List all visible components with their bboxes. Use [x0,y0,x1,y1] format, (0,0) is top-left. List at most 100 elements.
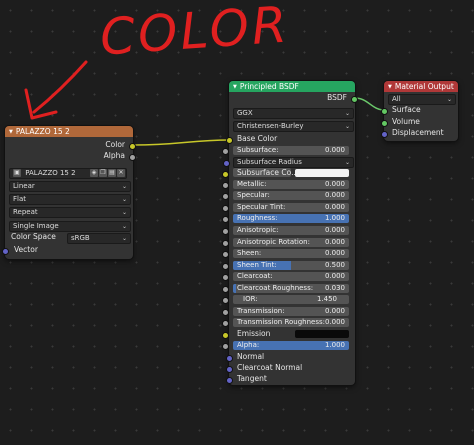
specular-field[interactable]: Specular: 0.000 [222,191,349,200]
subsurface-color-socket[interactable] [222,171,229,178]
alpha-socket[interactable] [222,343,229,350]
source-dropdown[interactable]: Single Image ⌄ [9,221,131,232]
sheen-socket[interactable] [222,251,229,258]
sheen-field[interactable]: Sheen: 0.000 [222,249,349,258]
image-selector[interactable]: ▣ PALAZZO 15 2 ◈ ❐ ▤ ✕ [9,168,127,179]
transmission-socket[interactable] [222,309,229,316]
metallic-field[interactable]: Metallic: 0.000 [222,180,349,189]
subsurface-color-swatch[interactable] [295,169,349,177]
transmission-field[interactable]: Transmission: 0.000 [222,307,349,316]
principled-bsdf-node[interactable]: ▼ Principled BSDF BSDF GGX ⌄ Christensen-B… [222,81,358,385]
subsurface-radius-socket[interactable] [223,160,230,167]
image-name: PALAZZO 15 2 [25,169,76,177]
vector-input-socket[interactable] [2,248,9,255]
displacement-socket[interactable] [381,131,388,138]
target-dropdown[interactable]: All ⌄ [388,94,456,105]
emission-row: Emission [222,329,353,340]
emission-socket[interactable] [222,332,229,339]
chevron-down-icon: ⌄ [344,110,350,117]
emission-label: Emission [237,329,271,338]
transmission-roughness-socket[interactable] [222,320,229,327]
normal-socket[interactable] [226,355,233,362]
collapse-triangle-icon[interactable]: ▼ [9,129,13,135]
alpha-output-socket[interactable] [129,153,136,161]
alpha-field[interactable]: Alpha: 1.000 [222,341,349,350]
bsdf-output-socket[interactable] [351,96,358,103]
fake-user-shield-icon[interactable]: ◈ [90,169,98,177]
link-bsdf-surface [354,97,385,111]
chevron-down-icon: ⌄ [344,123,350,130]
base-color-input-socket[interactable] [226,137,233,144]
principled-title: Principled BSDF [239,82,299,91]
extension-dropdown[interactable]: Repeat ⌄ [9,207,131,218]
metallic-socket[interactable] [222,182,229,189]
subsurface-color-label: Subsurface Co.. [233,168,296,177]
anisotropic-field[interactable]: Anisotropic: 0.000 [222,226,349,235]
transmission-roughness-field[interactable]: Transmission Roughness: 0.000 [222,318,349,327]
clearcoat-roughness-socket[interactable] [222,286,229,293]
clearcoat-field[interactable]: Clearcoat: 0.000 [222,272,349,281]
specular-socket[interactable] [222,193,229,200]
chevron-down-icon: ⌄ [121,209,127,216]
annotation-arrow [32,60,88,114]
displacement-input: Displacement [381,128,444,139]
chevron-down-icon: ⌄ [121,235,127,242]
collapse-triangle-icon[interactable]: ▼ [233,84,237,90]
subsurface-radius-dropdown[interactable]: Subsurface Radius ⌄ [223,157,354,168]
vector-input: Vector [2,245,38,256]
sheen-tint-field[interactable]: Sheen Tint: 0.500 [222,261,349,270]
image-browse-icon[interactable]: ▣ [13,169,21,177]
base-color-row: Base Color [226,134,277,145]
clearcoat-roughness-fill [233,284,237,293]
specular-tint-field[interactable]: Specular Tint: 0.000 [222,203,349,212]
clearcoat-roughness-field[interactable]: Clearcoat Roughness: 0.030 [222,284,349,293]
image-texture-title: PALAZZO 15 2 [15,127,70,136]
material-output-header[interactable]: ▼ Material Output [384,81,458,92]
output-bsdf: BSDF [229,93,358,104]
output-alpha: Alpha [5,151,136,162]
volume-socket[interactable] [381,120,388,127]
specular-tint-socket[interactable] [222,205,229,212]
volume-input: Volume [381,117,420,128]
annotation-arrowhead [24,88,58,120]
collapse-triangle-icon[interactable]: ▼ [388,84,392,90]
material-output-node[interactable]: ▼ Material Output All ⌄ Surface Volume Dis… [381,81,458,141]
color-output-socket[interactable] [129,143,136,150]
link-color-base [132,139,231,146]
emission-color-swatch[interactable] [295,330,349,338]
ior-field[interactable]: IOR: 1.450 [222,295,349,304]
roughness-field[interactable]: Roughness: 1.000 [222,214,349,223]
chevron-down-icon: ⌄ [344,159,350,166]
projection-dropdown[interactable]: Flat ⌄ [9,194,131,205]
tangent-input: Tangent [226,374,267,385]
surface-input: Surface [381,105,421,116]
image-texture-header[interactable]: ▼ PALAZZO 15 2 [5,126,133,137]
material-output-title: Material Output [394,82,454,91]
normal-input: Normal [226,352,264,363]
subsurface-method-dropdown[interactable]: Christensen-Burley ⌄ [233,121,354,132]
color-space-dropdown[interactable]: sRGB ⌄ [67,233,131,244]
color-space-label: Color Space [11,232,56,241]
unlink-close-icon[interactable]: ✕ [117,169,125,177]
open-file-icon[interactable]: ▤ [108,169,116,177]
output-color: Color [5,140,136,151]
clearcoat-normal-socket[interactable] [226,366,233,373]
anisotropic-socket[interactable] [222,228,229,235]
image-texture-node[interactable]: ▼ PALAZZO 15 2 Color Alpha ▣ PALAZZO 15 2… [2,126,136,259]
anisotropic-rotation-field[interactable]: Anisotropic Rotation: 0.000 [222,238,349,247]
chevron-down-icon: ⌄ [121,183,127,190]
subsurface-socket[interactable] [222,148,229,155]
tangent-socket[interactable] [226,377,233,384]
duplicate-image-icon[interactable]: ❐ [99,169,107,177]
principled-header[interactable]: ▼ Principled BSDF [229,81,355,92]
distribution-dropdown[interactable]: GGX ⌄ [233,108,354,119]
interpolation-dropdown[interactable]: Linear ⌄ [9,181,131,192]
ior-socket[interactable] [222,297,229,304]
chevron-down-icon: ⌄ [446,96,452,103]
anisotropic-rotation-socket[interactable] [222,240,229,247]
roughness-socket[interactable] [222,216,229,223]
clearcoat-socket[interactable] [222,274,229,281]
subsurface-field[interactable]: Subsurface: 0.000 [222,146,349,155]
surface-socket[interactable] [381,108,388,115]
sheen-tint-socket[interactable] [222,263,229,270]
